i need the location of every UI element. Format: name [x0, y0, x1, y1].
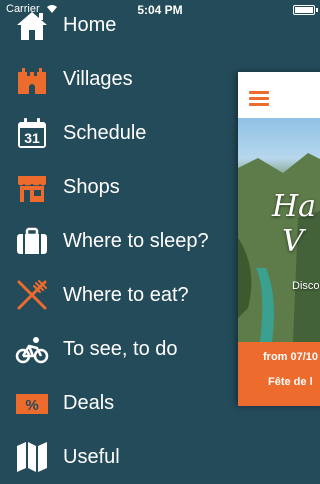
canyon-landscape-image: [238, 153, 320, 342]
status-time: 5:04 PM: [137, 3, 183, 17]
menu-label-deals: Deals: [63, 391, 115, 414]
hero-title-line2: V: [282, 224, 304, 259]
menu-label-useful: Useful: [63, 445, 120, 468]
percent-tag-icon: %: [14, 385, 50, 421]
bicycle-icon: [14, 331, 50, 367]
event-name: Fête de l: [268, 376, 313, 388]
hero-image: Ha V Disco: [238, 118, 320, 342]
fork-knife-icon: [14, 277, 50, 313]
menu-item-shops[interactable]: Shops: [0, 160, 240, 214]
hero-subtitle: Disco: [292, 280, 320, 292]
menu-item-where-to-sleep[interactable]: Where to sleep?: [0, 214, 240, 268]
side-menu: Home Villages 31 Schedule Shops Where to…: [0, 0, 240, 480]
menu-item-schedule[interactable]: 31 Schedule: [0, 106, 240, 160]
percent-tag-text: %: [25, 397, 38, 414]
map-icon: [14, 439, 50, 475]
menu-label-to-see-to-do: To see, to do: [63, 337, 178, 360]
menu-label-villages: Villages: [63, 67, 133, 90]
calendar-day-text: 31: [24, 130, 40, 146]
event-banner[interactable]: from 07/10 Fête de l: [238, 342, 320, 406]
calendar-icon: 31: [14, 115, 50, 151]
battery-icon: [293, 5, 318, 15]
menu-label-where-to-eat: Where to eat?: [63, 283, 189, 306]
shop-icon: [14, 169, 50, 205]
menu-item-useful[interactable]: Useful: [0, 430, 240, 484]
castle-icon: [14, 61, 50, 97]
hero-title-line1: Ha: [272, 189, 317, 224]
menu-item-villages[interactable]: Villages: [0, 52, 240, 106]
content-header: [238, 72, 320, 118]
menu-label-schedule: Schedule: [63, 121, 147, 144]
status-bar: Carrier 5:04 PM: [0, 0, 320, 20]
event-date: from 07/10: [263, 351, 319, 363]
suitcase-icon: [14, 223, 50, 259]
menu-label-shops: Shops: [63, 175, 120, 198]
menu-item-to-see-to-do[interactable]: To see, to do: [0, 322, 240, 376]
menu-item-where-to-eat[interactable]: Where to eat?: [0, 268, 240, 322]
hamburger-menu-icon[interactable]: [249, 91, 269, 107]
menu-label-where-to-sleep: Where to sleep?: [63, 229, 209, 252]
content-panel[interactable]: Ha V Disco from 07/10 Fête de l: [238, 72, 320, 406]
menu-item-deals[interactable]: % Deals: [0, 376, 240, 430]
